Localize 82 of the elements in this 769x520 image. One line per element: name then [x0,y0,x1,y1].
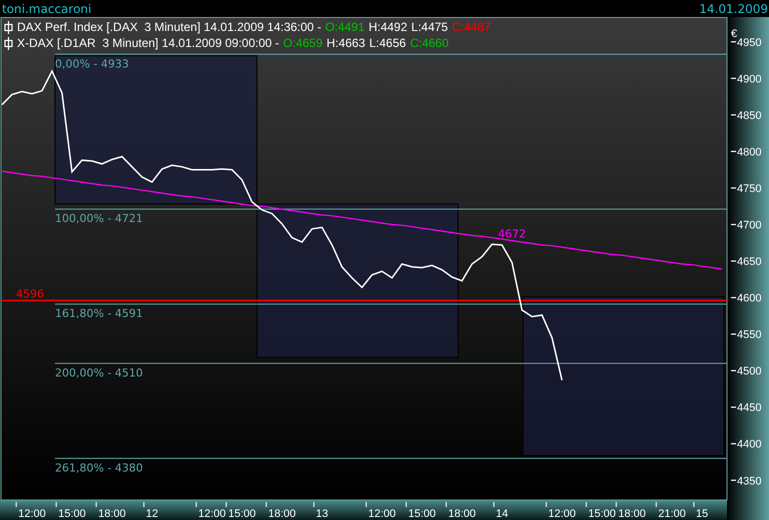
series-value: L:4475 [411,20,448,34]
x-axis-label: 12:00 [368,508,396,520]
level-label: 100,00% - 4721 [55,212,143,226]
x-axis-label: 15:00 [228,508,256,520]
tick-mark [586,502,587,508]
y-axis-label: 4600 [737,292,762,305]
user-name: toni.maccaroni [2,2,92,16]
tick-mark [96,502,97,508]
series-value: L:4656 [369,36,406,50]
tick-mark [731,114,736,116]
series-name: DAX Perf. Index [.DAX 3 Minuten] 14.01.2009 14:36:00 - [17,20,322,34]
tick-mark [731,480,736,481]
x-axis-label: 12:00 [198,508,226,520]
tick-mark [406,502,407,508]
series-value: C:4487 [452,20,491,34]
x-axis-label: 15:00 [58,508,86,520]
x-axis-label: 14 [496,508,508,520]
tick-mark [731,41,736,42]
tick-mark [693,502,694,508]
y-axis-label: 4750 [737,182,762,195]
x-axis-label: 18:00 [268,508,296,520]
x-axis-label: 15 [696,508,708,520]
x-axis-label: 12 [146,508,158,520]
x-axis-label: 15:00 [588,508,616,520]
tick-mark [731,297,736,298]
tick-mark [366,502,367,508]
line-label: 4596 [16,288,44,301]
tick-mark [493,502,494,508]
y-axis-label: 4650 [737,256,762,268]
tick-mark [546,502,547,508]
bar-symbol-icon [4,20,13,34]
tick-mark [731,334,736,335]
x-axis-label: 13 [316,508,328,520]
tick-mark [731,150,736,152]
x-axis-label: 21:00 [658,508,686,520]
tick-mark [731,224,736,226]
tick-mark [731,78,736,79]
level-label: 261,80% - 4380 [55,461,143,474]
y-axis-label: 4700 [737,220,762,232]
date-label: 14.01.2009 [699,2,768,16]
y-axis-label: 4950 [737,36,762,49]
tick-mark [143,502,144,508]
x-axis-label: 18:00 [98,508,126,520]
tick-mark [226,502,227,508]
y-axis-label: 4800 [737,146,762,158]
series-value: H:4663 [326,36,366,50]
tick-mark [266,502,267,508]
level-label: 0,00% - 4933 [55,57,129,70]
level-label: 161,80% - 4591 [55,307,143,320]
axis-unit: € [731,28,738,40]
tick-mark [446,502,447,508]
series-value: H:4492 [368,20,408,34]
tick-mark [56,502,57,508]
y-axis-label: 4900 [737,73,762,86]
x-axis-label: 12:00 [548,508,576,520]
y-axis-label: 4450 [737,402,762,414]
tick-mark [656,502,657,508]
tick-mark [731,406,736,408]
tick-mark [313,502,314,508]
tick-mark [616,502,617,508]
tick-mark [196,502,197,508]
price-label: 4672 [498,228,526,241]
level-label: 200,00% - 4510 [55,366,143,380]
tick-mark [731,443,736,444]
tick-mark [731,260,736,262]
x-axis-label: 18:00 [448,508,476,520]
tick-mark [731,370,736,372]
tick-mark [731,187,736,189]
y-axis-label: 4550 [737,329,762,342]
series-value: C:4660 [410,36,449,50]
series-name: X-DAX [.D1AR 3 Minuten] 14.01.2009 09:00:00 - [17,36,280,50]
x-axis-label: 18:00 [618,508,646,520]
y-axis-label: 4350 [737,475,762,488]
tick-mark [16,502,17,508]
y-axis-label: 4400 [737,438,762,451]
bar-symbol-icon [4,36,13,50]
x-axis-label: 15:00 [408,508,436,520]
y-axis-label: 4500 [737,366,762,378]
series-value: O:4659 [283,36,323,50]
y-axis-label: 4850 [737,110,762,122]
series-value: O:4491 [325,20,365,34]
x-axis-label: 12:00 [18,508,46,520]
